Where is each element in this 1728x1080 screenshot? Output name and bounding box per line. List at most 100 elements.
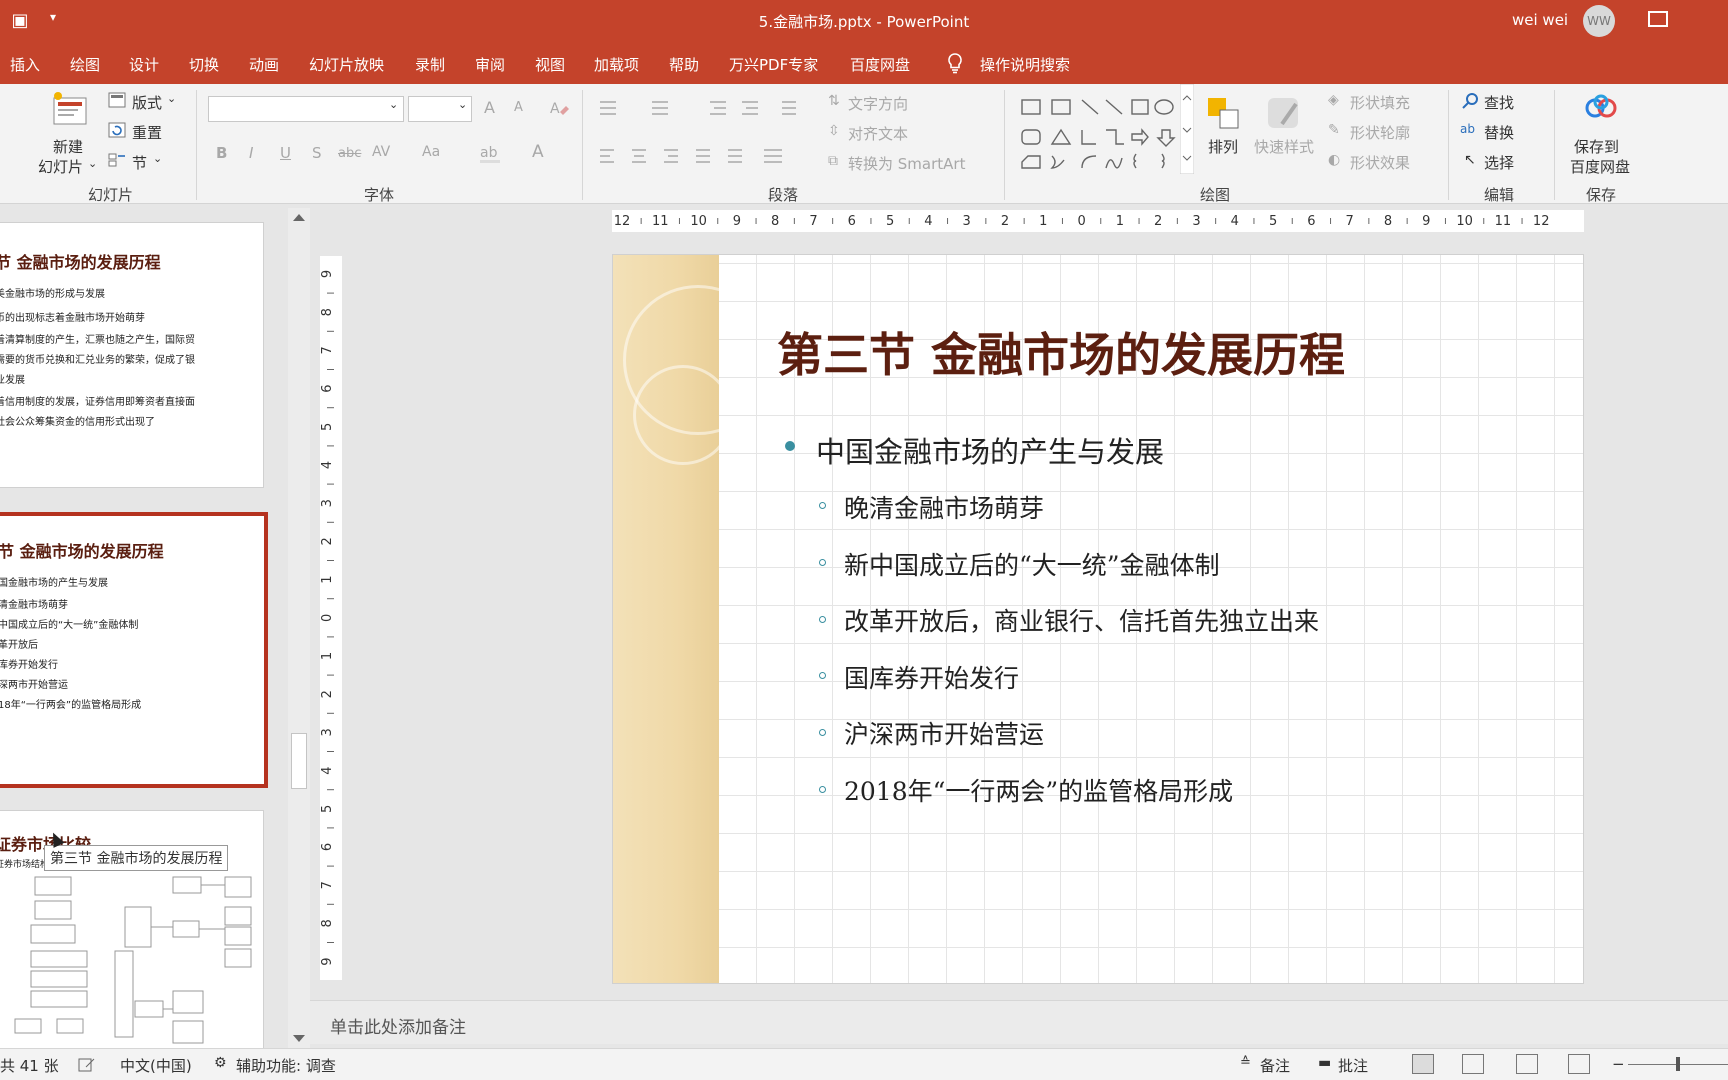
decrease-font-button[interactable]: A — [514, 100, 523, 115]
text-direction-button[interactable]: 文字方向 — [848, 93, 908, 114]
scroll-down-icon[interactable] — [293, 1035, 305, 1042]
slide-title[interactable]: 第三节 金融市场的发展历程 — [777, 319, 1345, 385]
thumbnail-line: 库券开始发行 — [0, 660, 58, 671]
normal-view-icon[interactable] — [1412, 1054, 1434, 1074]
ruler-label: 0 — [1077, 214, 1085, 229]
tab-design[interactable]: 设计 — [129, 54, 159, 75]
notes-button[interactable]: 备注 — [1260, 1055, 1290, 1076]
save-to-netdisk-label2[interactable]: 百度网盘 — [1570, 156, 1630, 177]
slide-thumbnail-selected[interactable]: 节 金融市场的发展历程 国金融市场的产生与发展 清金融市场萌芽 中国成立后的“大… — [0, 512, 268, 788]
chevron-down-icon[interactable]: ⌄ — [153, 152, 162, 165]
layout-icon — [108, 92, 126, 108]
tab-help[interactable]: 帮助 — [669, 54, 699, 75]
quick-styles-button[interactable]: 快速样式 — [1254, 136, 1314, 157]
notes-pane[interactable]: 单击此处添加备注 — [310, 1000, 1728, 1044]
highlight-icon[interactable]: ab — [478, 142, 504, 164]
user-name[interactable]: wei wei — [1512, 11, 1568, 29]
tab-addins[interactable]: 加载项 — [594, 54, 639, 75]
comments-button[interactable]: 批注 — [1338, 1055, 1368, 1076]
scroll-thumb[interactable] — [291, 733, 307, 789]
font-name-field[interactable] — [208, 96, 404, 122]
bullet-level1[interactable]: 中国金融市场的产生与发展 — [816, 429, 1164, 471]
thumbnails-scrollbar[interactable] — [288, 208, 310, 1048]
increase-font-button[interactable]: A — [484, 98, 495, 117]
tab-wondershare-pdf[interactable]: 万兴PDF专家 — [729, 54, 818, 75]
bullet-level2[interactable]: 沪深两市开始营运 — [844, 715, 1044, 751]
zoom-slider-knob[interactable] — [1676, 1057, 1680, 1071]
chevron-down-icon[interactable]: ⌄ — [458, 98, 467, 111]
slide-thumbnail[interactable]: 节 金融市场的发展历程 美金融市场的形成与发展 币的出现标志着金融市场开始萌芽 … — [0, 222, 264, 488]
ruler-label: 7 — [1346, 214, 1354, 229]
bold-button[interactable]: B — [216, 144, 227, 162]
new-slide-icon[interactable] — [50, 90, 90, 130]
shape-effects-button[interactable]: 形状效果 — [1350, 152, 1410, 173]
align-text-button[interactable]: 对齐文本 — [848, 123, 908, 144]
font-color-button[interactable]: A — [532, 142, 544, 162]
ribbon-display-options-icon[interactable] — [1648, 11, 1668, 27]
separator — [1448, 90, 1449, 200]
replace-icon: ab — [1460, 122, 1475, 136]
save-to-netdisk-button[interactable]: 保存到 — [1574, 136, 1619, 157]
convert-smartart-button[interactable]: 转换为 SmartArt — [848, 153, 965, 174]
new-slide-button[interactable]: 新建 — [53, 136, 83, 157]
reading-view-icon[interactable] — [1516, 1054, 1538, 1074]
tab-view[interactable]: 视图 — [535, 54, 565, 75]
zoom-out-icon[interactable]: − — [1612, 1055, 1625, 1073]
italic-button[interactable]: I — [249, 144, 253, 162]
slideshow-icon[interactable] — [1568, 1054, 1590, 1074]
ruler-label: 6 — [848, 214, 856, 229]
group-label-editing: 编辑 — [1484, 186, 1515, 204]
slide-sorter-icon[interactable] — [1462, 1054, 1484, 1074]
arrange-button[interactable]: 排列 — [1208, 136, 1238, 157]
tab-transitions[interactable]: 切换 — [189, 54, 219, 75]
gallery-scroll[interactable] — [1180, 84, 1194, 174]
reset-button[interactable]: 重置 — [132, 122, 162, 143]
tab-record[interactable]: 录制 — [415, 54, 445, 75]
shadow-button[interactable]: S — [312, 144, 322, 162]
tell-me-search[interactable]: 操作说明搜索 — [980, 54, 1070, 75]
tab-baidu-netdisk[interactable]: 百度网盘 — [850, 54, 910, 75]
avatar[interactable]: WW — [1583, 5, 1615, 37]
select-button[interactable]: 选择 — [1484, 152, 1514, 173]
tab-draw[interactable]: 绘图 — [70, 54, 100, 75]
accessibility-status[interactable]: 辅助功能: 调查 — [236, 1055, 336, 1076]
tab-review[interactable]: 审阅 — [475, 54, 505, 75]
strikethrough-button[interactable]: abc — [338, 146, 361, 161]
shape-fill-button[interactable]: 形状填充 — [1350, 92, 1410, 113]
slide-count: 共 41 张 — [0, 1057, 59, 1075]
shapes-gallery[interactable] — [1018, 94, 1188, 178]
shape-outline-button[interactable]: 形状轮廓 — [1350, 122, 1410, 143]
ruler-label: 3 — [320, 728, 335, 736]
layout-button[interactable]: 版式 — [132, 92, 162, 113]
alignment-icons[interactable] — [596, 146, 816, 166]
bullet-level2[interactable]: 晚清金融市场萌芽 — [844, 489, 1044, 525]
ruler-label: 8 — [320, 308, 335, 316]
notes-placeholder[interactable]: 单击此处添加备注 — [330, 1013, 466, 1038]
ruler-label: 3 — [1192, 214, 1200, 229]
thumbnail-line: 币的出现标志着金融市场开始萌芽 — [0, 313, 145, 324]
spell-check-icon[interactable] — [78, 1057, 96, 1073]
bullet-level2[interactable]: 国库券开始发行 — [844, 659, 1019, 695]
chevron-down-icon[interactable]: ⌄ — [389, 98, 398, 111]
scroll-up-icon[interactable] — [293, 214, 305, 221]
language-indicator[interactable]: 中文(中国) — [120, 1055, 192, 1076]
document-title: 5.金融市场.pptx - PowerPoint — [758, 13, 970, 31]
underline-button[interactable]: U — [280, 144, 291, 162]
chevron-down-icon[interactable]: ⌄ — [167, 92, 176, 105]
new-slide-button-label2[interactable]: 幻灯片 — [38, 156, 83, 177]
bullet-level2[interactable]: 新中国成立后的“大一统”金融体制 — [844, 546, 1220, 582]
character-spacing-button[interactable]: AV — [372, 144, 390, 160]
tab-slideshow[interactable]: 幻灯片放映 — [309, 54, 384, 75]
clear-formatting-icon[interactable]: A — [548, 98, 570, 118]
status-bar: 共 41 张 中文(中国) ⚙ 辅助功能: 调查 ≙ 备注 ▬ 批注 − — [0, 1048, 1728, 1080]
bullet-level2[interactable]: 2018年“一行两会”的监管格局形成 — [844, 772, 1233, 808]
slide-canvas[interactable]: 第三节 金融市场的发展历程 中国金融市场的产生与发展 晚清金融市场萌芽 新中国成… — [612, 254, 1584, 984]
chevron-down-icon[interactable]: ⌄ — [88, 157, 97, 170]
tab-animations[interactable]: 动画 — [249, 54, 279, 75]
bullet-level2[interactable]: 改革开放后，商业银行、信托首先独立出来 — [844, 602, 1319, 638]
find-button[interactable]: 查找 — [1484, 92, 1514, 113]
tab-insert[interactable]: 插入 — [10, 54, 40, 75]
change-case-button[interactable]: Aa — [422, 144, 440, 160]
replace-button[interactable]: 替换 — [1484, 122, 1514, 143]
section-button[interactable]: 节 — [132, 152, 147, 173]
